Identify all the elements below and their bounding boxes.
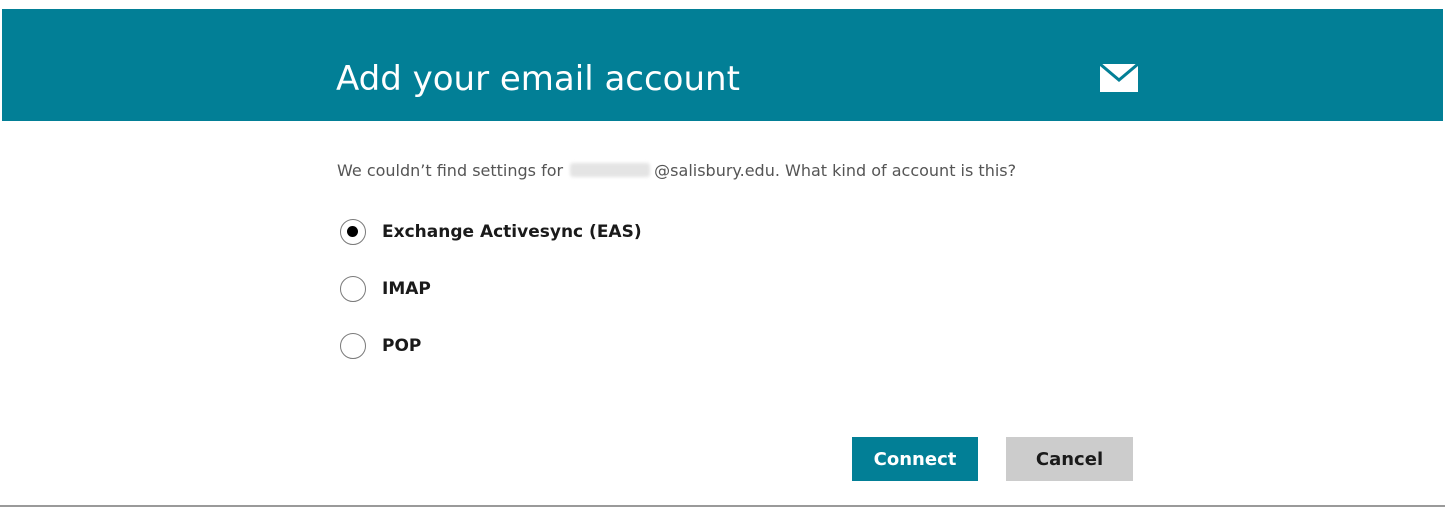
message-prefix: We couldn’t find settings for	[337, 161, 564, 180]
bottom-divider	[0, 505, 1445, 507]
connect-button[interactable]: Connect	[852, 437, 978, 481]
option-exchange-activesync[interactable]: Exchange Activesync (EAS)	[340, 217, 642, 247]
mail-icon	[1100, 64, 1138, 92]
option-label: POP	[382, 336, 422, 356]
option-imap[interactable]: IMAP	[340, 274, 431, 304]
message-suffix: @salisbury.edu. What kind of account is …	[654, 161, 1017, 180]
option-label: Exchange Activesync (EAS)	[382, 222, 642, 242]
cancel-button[interactable]: Cancel	[1006, 437, 1133, 481]
dialog-title: Add your email account	[336, 59, 740, 99]
radio-button-exchange-activesync[interactable]	[340, 219, 366, 245]
redacted-username	[570, 163, 651, 177]
radio-button-imap[interactable]	[340, 276, 366, 302]
radio-button-pop[interactable]	[340, 333, 366, 359]
option-pop[interactable]: POP	[340, 331, 421, 361]
account-message: We couldn’t find settings for @salisbury…	[337, 160, 1016, 182]
option-label: IMAP	[382, 279, 431, 299]
